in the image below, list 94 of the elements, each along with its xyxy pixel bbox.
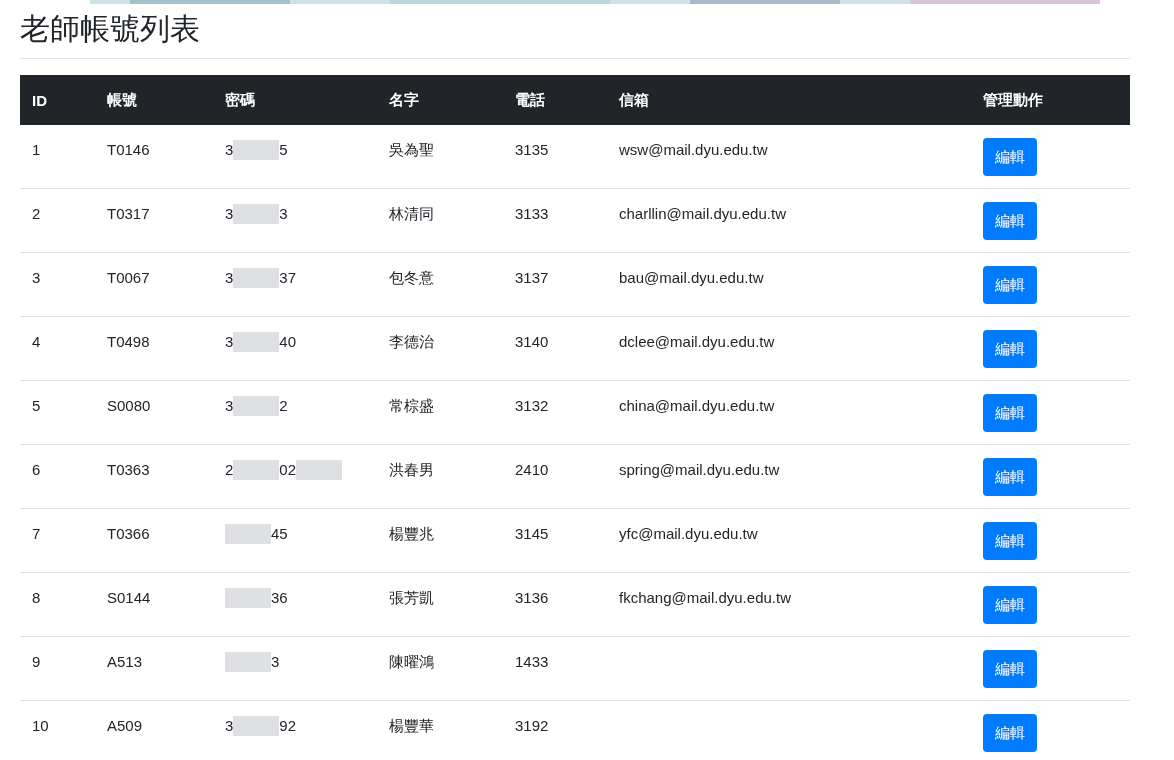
password-fragment: 3 bbox=[271, 652, 280, 672]
table-cell: 3 bbox=[32, 269, 41, 286]
table-cell: 3135 bbox=[515, 141, 549, 158]
password-fragment: 45 bbox=[271, 524, 288, 544]
table-cell: 7 bbox=[32, 525, 41, 542]
column-header: 帳號 bbox=[95, 75, 213, 125]
redaction-blur bbox=[233, 332, 280, 352]
password-fragment: 02 bbox=[279, 460, 297, 480]
table-cell: charllin@mail.dyu.edu.tw bbox=[619, 205, 786, 222]
table-cell: S0080 bbox=[107, 397, 151, 414]
password-fragment: 2 bbox=[279, 396, 288, 416]
table-cell: 張芳凱 bbox=[389, 589, 434, 606]
edit-button[interactable]: 編輯 bbox=[983, 714, 1037, 752]
edit-button[interactable]: 編輯 bbox=[983, 458, 1037, 496]
redaction-blur bbox=[225, 652, 271, 672]
password-fragment: 3 bbox=[225, 396, 234, 416]
table-cell: 陳曜鴻 bbox=[389, 653, 434, 670]
table-cell: 林清同 bbox=[389, 205, 434, 222]
table-cell: 8 bbox=[32, 589, 41, 606]
column-header: 名字 bbox=[377, 75, 503, 125]
table-cell: T0366 bbox=[107, 525, 150, 542]
column-header: 密碼 bbox=[213, 75, 377, 125]
table-cell: A513 bbox=[107, 653, 143, 670]
table-cell: 6 bbox=[32, 461, 41, 478]
table-cell: 楊豐兆 bbox=[389, 525, 434, 542]
table-cell: 9 bbox=[32, 653, 41, 670]
table-cell: 5 bbox=[32, 397, 41, 414]
redaction-blur bbox=[233, 204, 280, 224]
table-cell: 3132 bbox=[515, 397, 549, 414]
redaction-blur bbox=[233, 396, 280, 416]
password-fragment: 3 bbox=[225, 140, 234, 160]
edit-button[interactable]: 編輯 bbox=[983, 330, 1037, 368]
password-fragment: 92 bbox=[279, 716, 297, 736]
edit-button[interactable]: 編輯 bbox=[983, 522, 1037, 560]
table-cell: T0317 bbox=[107, 205, 150, 222]
password-fragment: 36 bbox=[271, 588, 288, 608]
password-fragment: 37 bbox=[279, 268, 297, 288]
password-fragment: 2 bbox=[225, 460, 234, 480]
password-fragment: 3 bbox=[225, 268, 234, 288]
table-cell: 常棕盛 bbox=[389, 397, 434, 414]
table-cell: china@mail.dyu.edu.tw bbox=[619, 397, 775, 414]
redaction-blur bbox=[296, 460, 343, 480]
edit-button[interactable]: 編輯 bbox=[983, 266, 1037, 304]
table-cell: S0144 bbox=[107, 589, 151, 606]
table-cell: 2 bbox=[32, 205, 41, 222]
password-fragment: 3 bbox=[225, 204, 234, 224]
table-cell: dclee@mail.dyu.edu.tw bbox=[619, 333, 775, 350]
table-cell: A509 bbox=[107, 717, 143, 734]
table-cell: 李德治 bbox=[389, 333, 434, 350]
redaction-blur bbox=[225, 524, 271, 544]
column-header: ID bbox=[20, 75, 95, 125]
table-cell: 包冬意 bbox=[389, 269, 434, 286]
password-fragment: 5 bbox=[279, 140, 288, 160]
table-cell: 3145 bbox=[515, 525, 549, 542]
password-fragment: 3 bbox=[279, 204, 288, 224]
password-fragment: 40 bbox=[279, 332, 297, 352]
edit-button[interactable]: 編輯 bbox=[983, 202, 1037, 240]
table-cell: 洪春男 bbox=[389, 461, 434, 478]
column-header: 電話 bbox=[503, 75, 607, 125]
table-cell: 2410 bbox=[515, 461, 549, 478]
table-cell: T0067 bbox=[107, 269, 150, 286]
redaction-blur bbox=[233, 140, 280, 160]
password-fragment: 3 bbox=[225, 716, 234, 736]
table-cell: T0363 bbox=[107, 461, 150, 478]
table-cell: 10 bbox=[32, 717, 49, 734]
table-cell: yfc@mail.dyu.edu.tw bbox=[619, 525, 758, 542]
password-fragment: 3 bbox=[225, 332, 234, 352]
redaction-blur bbox=[233, 460, 280, 480]
table-cell: 3136 bbox=[515, 589, 549, 606]
table-cell: 3133 bbox=[515, 205, 549, 222]
table-cell: T0146 bbox=[107, 141, 150, 158]
edit-button[interactable]: 編輯 bbox=[983, 586, 1037, 624]
table-cell: 3192 bbox=[515, 717, 549, 734]
table-cell: 1 bbox=[32, 141, 41, 158]
table-cell: T0498 bbox=[107, 333, 150, 350]
table-cell: 4 bbox=[32, 333, 41, 350]
edit-button[interactable]: 編輯 bbox=[983, 650, 1037, 688]
table-cell: 吳為聖 bbox=[389, 141, 434, 158]
edit-button[interactable]: 編輯 bbox=[983, 394, 1037, 432]
column-header: 管理動作 bbox=[971, 75, 1130, 125]
table-cell: bau@mail.dyu.edu.tw bbox=[619, 269, 764, 286]
table-cell: wsw@mail.dyu.edu.tw bbox=[619, 141, 768, 158]
redaction-blur bbox=[225, 588, 271, 608]
table-cell: fkchang@mail.dyu.edu.tw bbox=[619, 589, 791, 606]
table-cell: 3140 bbox=[515, 333, 549, 350]
redaction-blur bbox=[233, 716, 280, 736]
column-header: 信箱 bbox=[607, 75, 971, 125]
table-cell: 1433 bbox=[515, 653, 549, 670]
table-cell: 楊豐華 bbox=[389, 717, 434, 734]
table-cell: 3137 bbox=[515, 269, 549, 286]
redaction-blur bbox=[233, 268, 280, 288]
table-cell: spring@mail.dyu.edu.tw bbox=[619, 461, 780, 478]
page-title: 老師帳號列表 bbox=[20, 11, 201, 47]
edit-button[interactable]: 編輯 bbox=[983, 138, 1037, 176]
